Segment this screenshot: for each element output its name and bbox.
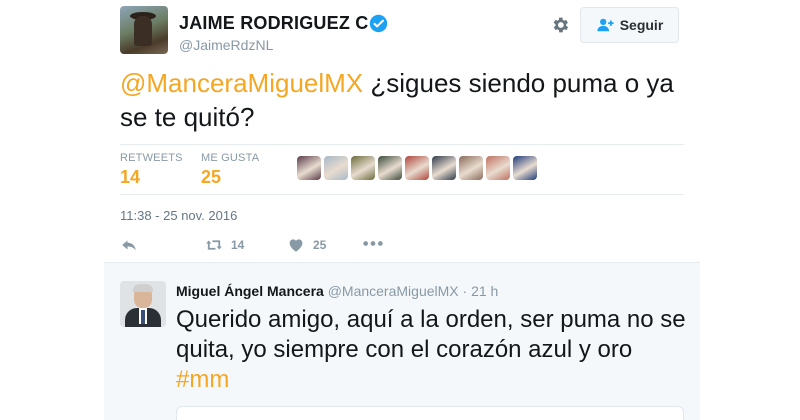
mention-link[interactable]: @ManceraMiguelMX — [120, 68, 363, 98]
gear-icon[interactable] — [550, 15, 570, 35]
likes-label: ME GUSTA — [201, 152, 260, 164]
liker-avatar[interactable] — [351, 156, 375, 180]
author-display-name[interactable]: JAIME RODRIGUEZ C — [179, 13, 368, 34]
reply-icon — [122, 240, 136, 251]
liker-avatar[interactable] — [459, 156, 483, 180]
reply-tweet: Miguel Ángel Mancera @ManceraMiguelMX · … — [104, 262, 700, 420]
liker-avatars — [297, 156, 537, 180]
liker-avatar[interactable] — [324, 156, 348, 180]
heart-icon — [289, 239, 303, 252]
reply-text-body: Querido amigo, aquí a la orden, ser puma… — [176, 306, 686, 363]
likes-stat[interactable]: ME GUSTA 25 — [201, 152, 259, 188]
divider — [120, 194, 684, 195]
tweet-text: @ManceraMiguelMX ¿sigues siendo puma o y… — [120, 66, 690, 134]
divider — [120, 144, 684, 145]
liker-avatar[interactable] — [405, 156, 429, 180]
author-username[interactable]: @JaimeRdzNL — [179, 37, 273, 53]
retweet-icon — [206, 240, 222, 250]
more-button[interactable] — [362, 238, 384, 249]
liker-avatar[interactable] — [378, 156, 402, 180]
retweets-count: 14 — [120, 167, 141, 187]
reply-display-name[interactable]: Miguel Ángel Mancera — [176, 283, 324, 299]
tweet-timestamp[interactable]: 11:38 - 25 nov. 2016 — [120, 208, 237, 223]
retweet-button[interactable]: 14 — [205, 236, 244, 254]
follow-button[interactable]: Seguir — [580, 7, 679, 43]
likes-count: 25 — [201, 167, 222, 187]
liker-avatar[interactable] — [432, 156, 456, 180]
reply-header: Miguel Ángel Mancera @ManceraMiguelMX · … — [176, 283, 498, 299]
retweet-count: 14 — [231, 238, 245, 252]
reply-username[interactable]: @ManceraMiguelMX — [328, 283, 459, 299]
more-dots-icon — [363, 241, 383, 246]
follow-button-label: Seguir — [619, 17, 664, 33]
liker-avatar[interactable] — [513, 156, 537, 180]
reply-author-avatar[interactable] — [120, 281, 166, 327]
verified-badge-icon — [369, 14, 388, 33]
reply-button[interactable] — [120, 236, 138, 254]
retweets-stat[interactable]: RETWEETS 14 — [120, 152, 183, 188]
main-tweet: JAIME RODRIGUEZ C @JaimeRdzNL Seguir @Ma… — [104, 0, 700, 262]
liker-avatar[interactable] — [297, 156, 321, 180]
liker-avatar[interactable] — [486, 156, 510, 180]
embedded-card[interactable] — [176, 406, 684, 420]
hashtag-link[interactable]: #mm — [176, 366, 229, 393]
add-user-icon — [597, 18, 614, 32]
author-avatar[interactable] — [120, 6, 168, 54]
retweets-label: RETWEETS — [120, 152, 183, 164]
like-count: 25 — [313, 238, 327, 252]
reply-time[interactable]: · 21 h — [463, 283, 499, 299]
like-button[interactable]: 25 — [287, 236, 326, 254]
reply-text: Querido amigo, aquí a la orden, ser puma… — [176, 305, 686, 395]
